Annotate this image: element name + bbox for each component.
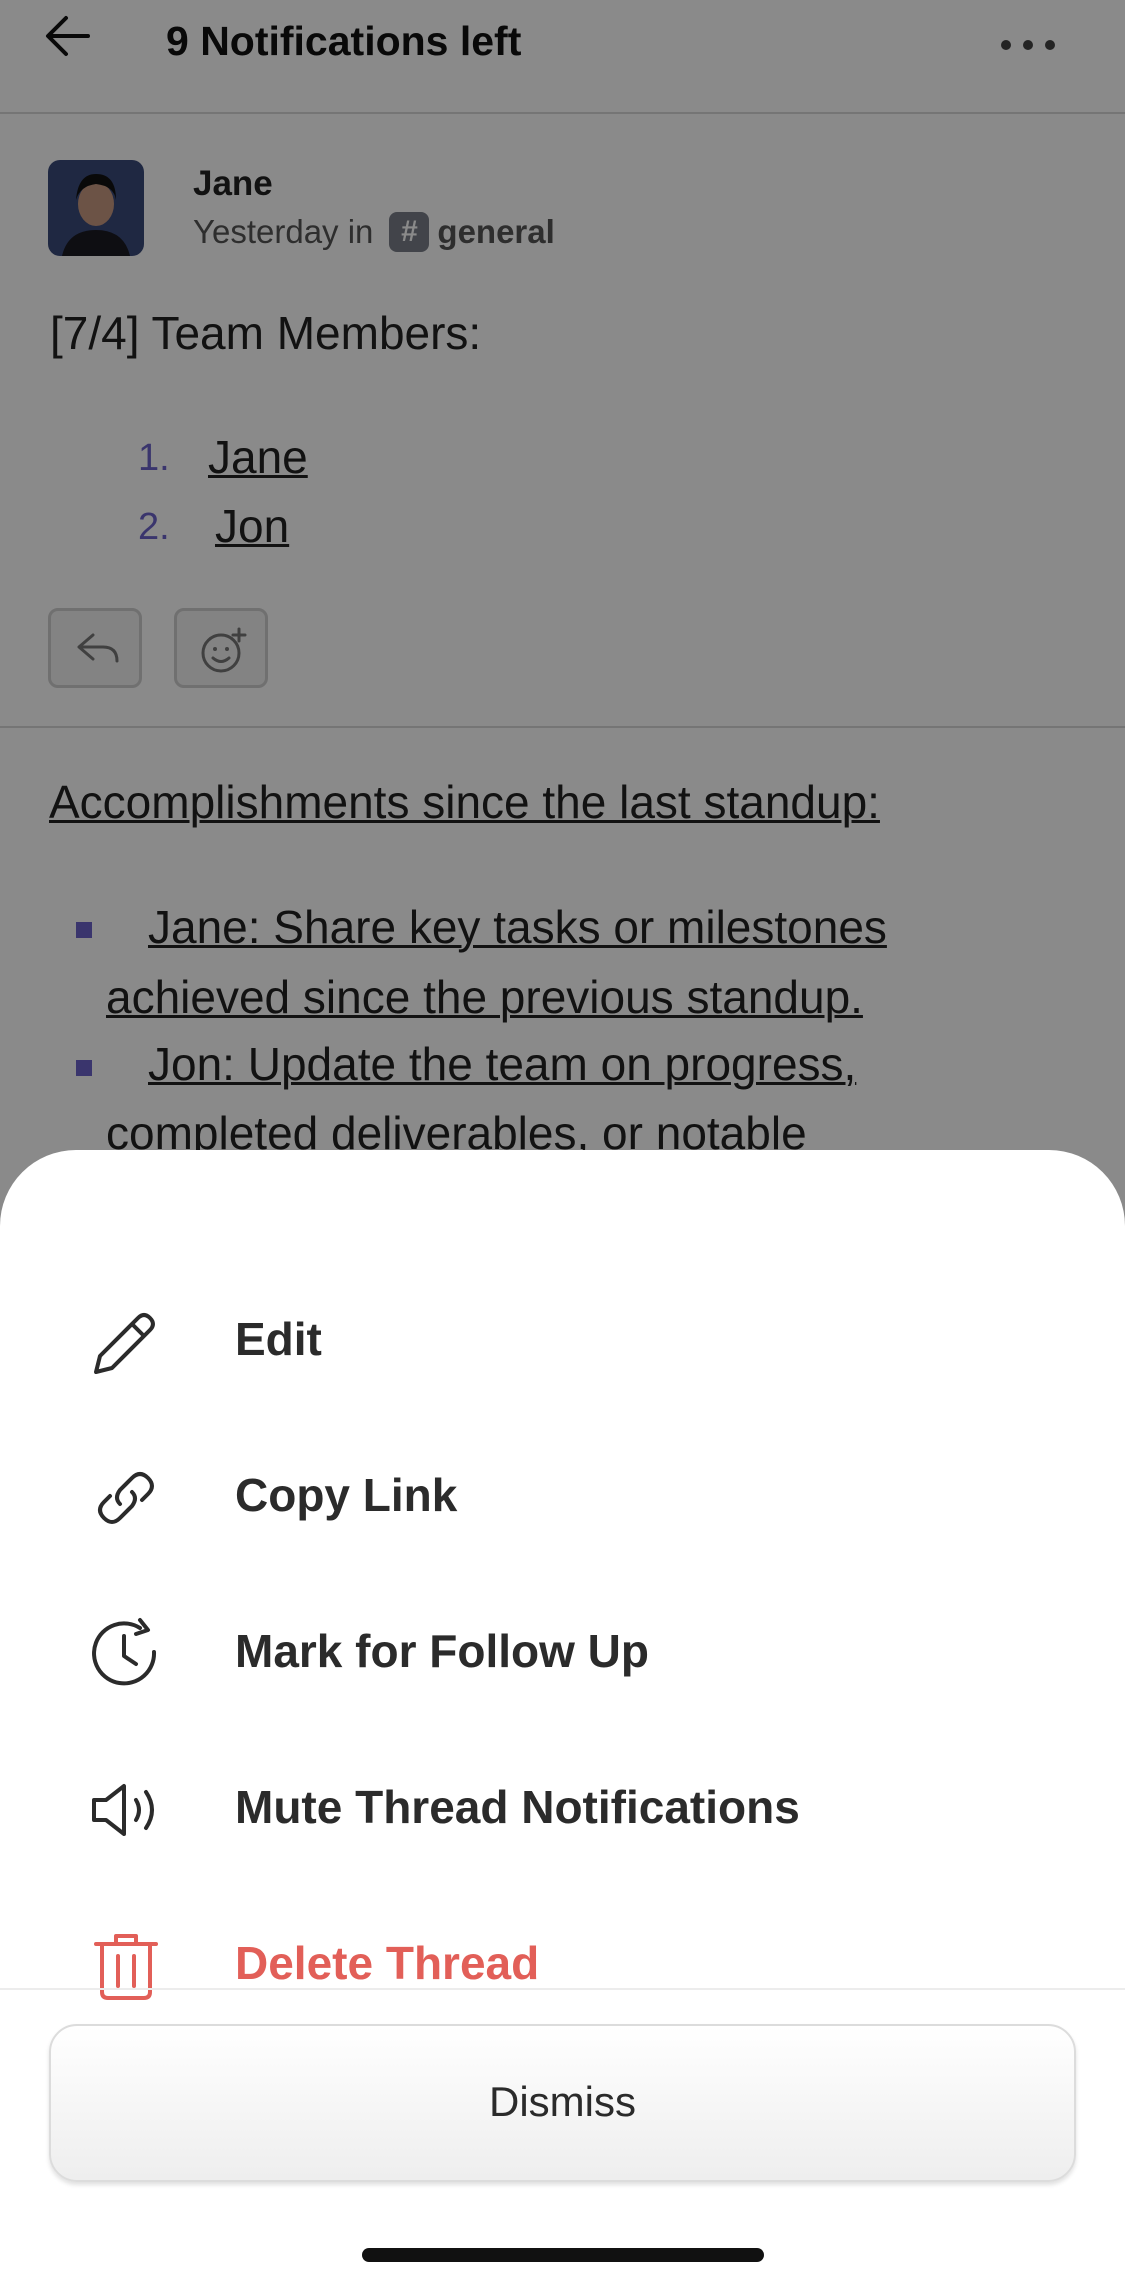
divider <box>0 1988 1125 1990</box>
menu-item-label: Edit <box>235 1313 322 1365</box>
pencil-icon <box>94 1313 155 1374</box>
home-indicator <box>362 2248 764 2262</box>
menu-item-follow-up[interactable]: Mark for Follow Up <box>0 1588 1125 1708</box>
menu-item-label: Mark for Follow Up <box>235 1625 649 1677</box>
link-icon <box>98 1472 154 1524</box>
dismiss-label: Dismiss <box>489 2078 636 2125</box>
trash-icon <box>94 1934 158 2000</box>
menu-item-label: Copy Link <box>235 1469 458 1521</box>
action-sheet: Edit Copy Link Mark for Follow Up Mute T… <box>0 1150 1125 2284</box>
menu-item-label: Mute Thread Notifications <box>235 1781 800 1833</box>
speaker-icon <box>92 1784 154 1836</box>
menu-item-mute-thread[interactable]: Mute Thread Notifications <box>0 1744 1125 1864</box>
menu-item-delete-thread[interactable]: Delete Thread <box>0 1900 1125 2020</box>
dismiss-button[interactable]: Dismiss <box>49 2024 1076 2182</box>
menu-item-edit[interactable]: Edit <box>0 1276 1125 1396</box>
menu-item-label: Delete Thread <box>235 1937 540 1989</box>
page: 9 Notifications left Jane Yesterday in #… <box>0 0 1125 2284</box>
menu-item-copy-link[interactable]: Copy Link <box>0 1432 1125 1552</box>
clock-icon <box>92 1618 157 1686</box>
